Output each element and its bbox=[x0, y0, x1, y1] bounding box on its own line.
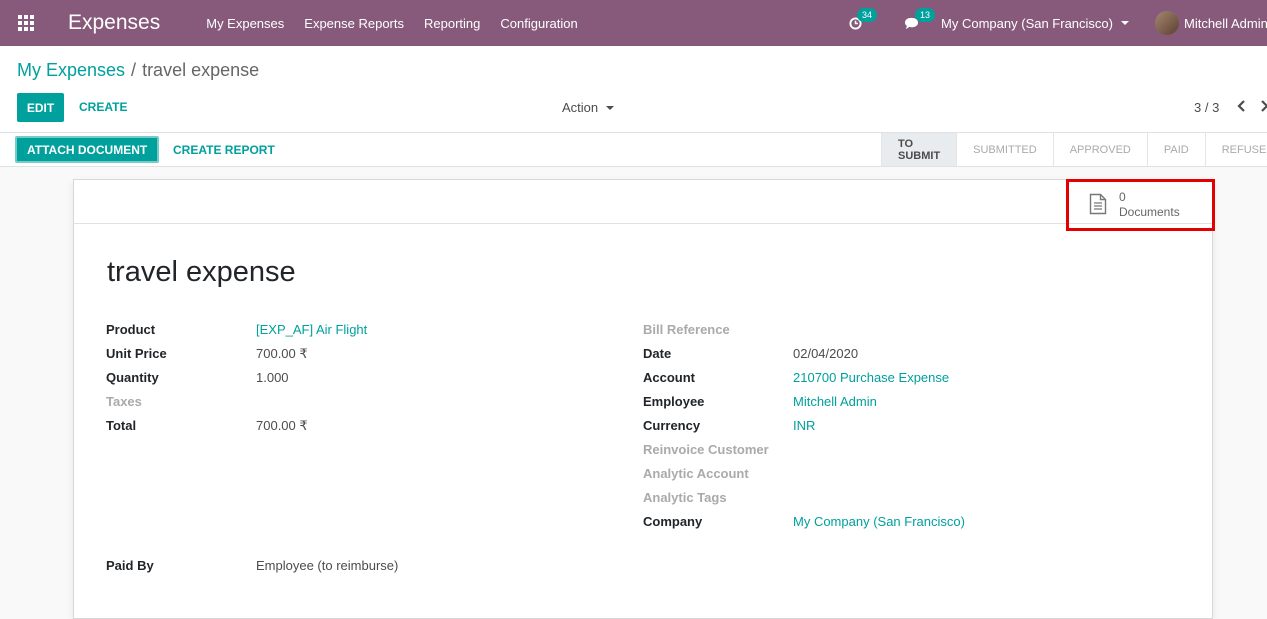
smart-button-box bbox=[74, 180, 1212, 224]
field-label-employee: Employee bbox=[643, 394, 705, 409]
field-label-reinvoice-customer: Reinvoice Customer bbox=[643, 442, 769, 457]
app-brand[interactable]: Expenses bbox=[68, 11, 160, 35]
action-label: Action bbox=[562, 100, 599, 115]
chevron-left-icon bbox=[1237, 100, 1245, 112]
top-navbar: Expenses My Expenses Expense Reports Rep… bbox=[0, 0, 1267, 46]
chevron-right-icon bbox=[1261, 100, 1267, 112]
field-employee[interactable]: Mitchell Admin bbox=[793, 394, 877, 409]
menu-configuration[interactable]: Configuration bbox=[500, 16, 577, 31]
field-label-analytic-tags: Analytic Tags bbox=[643, 490, 727, 505]
menu-my-expenses[interactable]: My Expenses bbox=[206, 16, 284, 31]
apps-grid-icon bbox=[18, 15, 34, 31]
stage-paid: PAID bbox=[1146, 133, 1205, 166]
caret-down-icon bbox=[606, 105, 615, 110]
breadcrumb-parent[interactable]: My Expenses bbox=[17, 60, 125, 80]
field-product[interactable]: [EXP_AF] Air Flight bbox=[256, 322, 367, 337]
stage-bar: TO SUBMIT SUBMITTED APPROVED PAID REFUSE… bbox=[881, 133, 1267, 166]
user-name: Mitchell Admin bbox=[1184, 15, 1267, 31]
pager-previous-button[interactable] bbox=[1237, 99, 1246, 115]
documents-count: 0 Documents bbox=[1119, 190, 1180, 220]
attach-document-button[interactable]: ATTACH DOCUMENT bbox=[15, 136, 160, 163]
stage-submitted: SUBMITTED bbox=[956, 133, 1053, 166]
caret-down-icon bbox=[1121, 21, 1129, 25]
create-button[interactable]: CREATE bbox=[79, 100, 127, 114]
field-label-date: Date bbox=[643, 346, 672, 361]
messages-badge: 13 bbox=[915, 7, 936, 22]
field-label-account: Account bbox=[643, 370, 695, 385]
menu-expense-reports[interactable]: Expense Reports bbox=[304, 16, 404, 31]
create-report-button[interactable]: CREATE REPORT bbox=[173, 143, 275, 157]
avatar bbox=[1155, 11, 1179, 35]
stage-refused: REFUSED bbox=[1204, 133, 1267, 166]
apps-menu-button[interactable] bbox=[0, 0, 52, 46]
pager-next-button[interactable] bbox=[1261, 99, 1267, 115]
breadcrumb: My Expenses / travel expense bbox=[17, 60, 259, 81]
field-unit-price[interactable]: 700.00 ₹ bbox=[256, 346, 308, 362]
field-label-quantity: Quantity bbox=[106, 370, 159, 385]
field-date[interactable]: 02/04/2020 bbox=[793, 346, 858, 361]
field-label-unit-price: Unit Price bbox=[106, 346, 167, 361]
field-label-bill-reference: Bill Reference bbox=[643, 322, 730, 337]
action-dropdown[interactable]: Action bbox=[562, 100, 615, 115]
field-label-company: Company bbox=[643, 514, 703, 529]
pager-value[interactable]: 3 / 3 bbox=[1194, 100, 1219, 115]
field-label-product: Product bbox=[106, 322, 156, 337]
documents-count-label: Documents bbox=[1119, 205, 1180, 219]
field-label-paid-by: Paid By bbox=[106, 558, 154, 573]
breadcrumb-current: travel expense bbox=[142, 60, 260, 80]
activity-button[interactable]: 34 bbox=[849, 7, 878, 30]
field-label-total: Total bbox=[106, 418, 137, 433]
field-label-taxes: Taxes bbox=[106, 394, 142, 409]
field-company[interactable]: My Company (San Francisco) bbox=[793, 514, 965, 529]
field-account[interactable]: 210700 Purchase Expense bbox=[793, 370, 949, 385]
edit-button[interactable]: EDIT bbox=[17, 93, 64, 122]
messages-button[interactable]: 13 bbox=[904, 7, 936, 30]
control-panel: My Expenses / travel expense EDIT CREATE A… bbox=[0, 46, 1267, 133]
field-currency[interactable]: INR bbox=[793, 418, 815, 433]
stage-approved: APPROVED bbox=[1052, 133, 1147, 166]
company-switcher[interactable]: My Company (San Francisco) bbox=[941, 16, 1129, 31]
company-name: My Company (San Francisco) bbox=[941, 15, 1113, 31]
form-sheet: 0 Documents travel expense Product [EXP_… bbox=[73, 179, 1215, 619]
document-icon bbox=[1089, 193, 1107, 215]
documents-smart-button[interactable]: 0 Documents bbox=[1066, 179, 1215, 231]
stage-to-submit: TO SUBMIT bbox=[881, 133, 957, 166]
breadcrumb-separator: / bbox=[131, 60, 137, 80]
documents-count-value: 0 bbox=[1119, 190, 1126, 204]
menu-reporting[interactable]: Reporting bbox=[424, 16, 480, 31]
user-menu[interactable]: Mitchell Admin bbox=[1155, 11, 1267, 35]
field-label-currency: Currency bbox=[643, 418, 701, 433]
field-total: 700.00 ₹ bbox=[256, 418, 308, 433]
field-label-analytic-account: Analytic Account bbox=[643, 466, 749, 481]
record-title: travel expense bbox=[107, 256, 296, 288]
statusbar: ATTACH DOCUMENT CREATE REPORT TO SUBMIT … bbox=[0, 133, 1267, 167]
field-quantity[interactable]: 1.000 bbox=[256, 370, 289, 385]
activity-badge: 34 bbox=[857, 7, 878, 22]
field-paid-by[interactable]: Employee (to reimburse) bbox=[256, 558, 398, 573]
